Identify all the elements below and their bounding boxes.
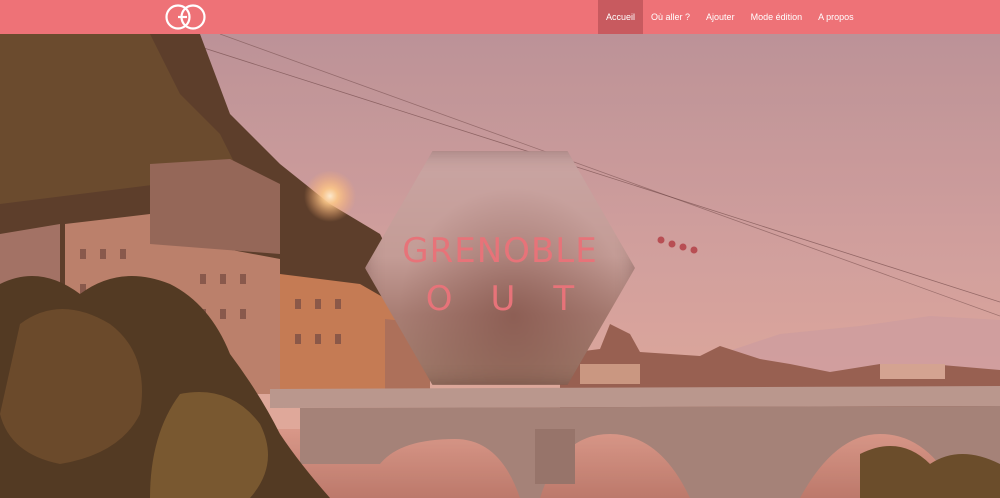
nav-item-mode-edition[interactable]: Mode édition: [743, 0, 811, 34]
hero-section: GRENOBLE OUT: [0, 34, 1000, 498]
nav-item-ajouter[interactable]: Ajouter: [698, 0, 743, 34]
nav-item-accueil[interactable]: Accueil: [598, 0, 644, 34]
hero-title-line1: GRENOBLE: [402, 231, 598, 271]
go-logo[interactable]: [163, 2, 209, 32]
hero-title-line2: OUT: [425, 279, 613, 319]
hero-title-hexagon: GRENOBLE OUT: [365, 151, 635, 385]
main-nav: Accueil Où aller ? Ajouter Mode édition …: [598, 0, 862, 34]
nav-item-a-propos[interactable]: A propos: [810, 0, 862, 34]
nav-item-ou-aller[interactable]: Où aller ?: [643, 0, 698, 34]
navbar: Accueil Où aller ? Ajouter Mode édition …: [0, 0, 1000, 34]
